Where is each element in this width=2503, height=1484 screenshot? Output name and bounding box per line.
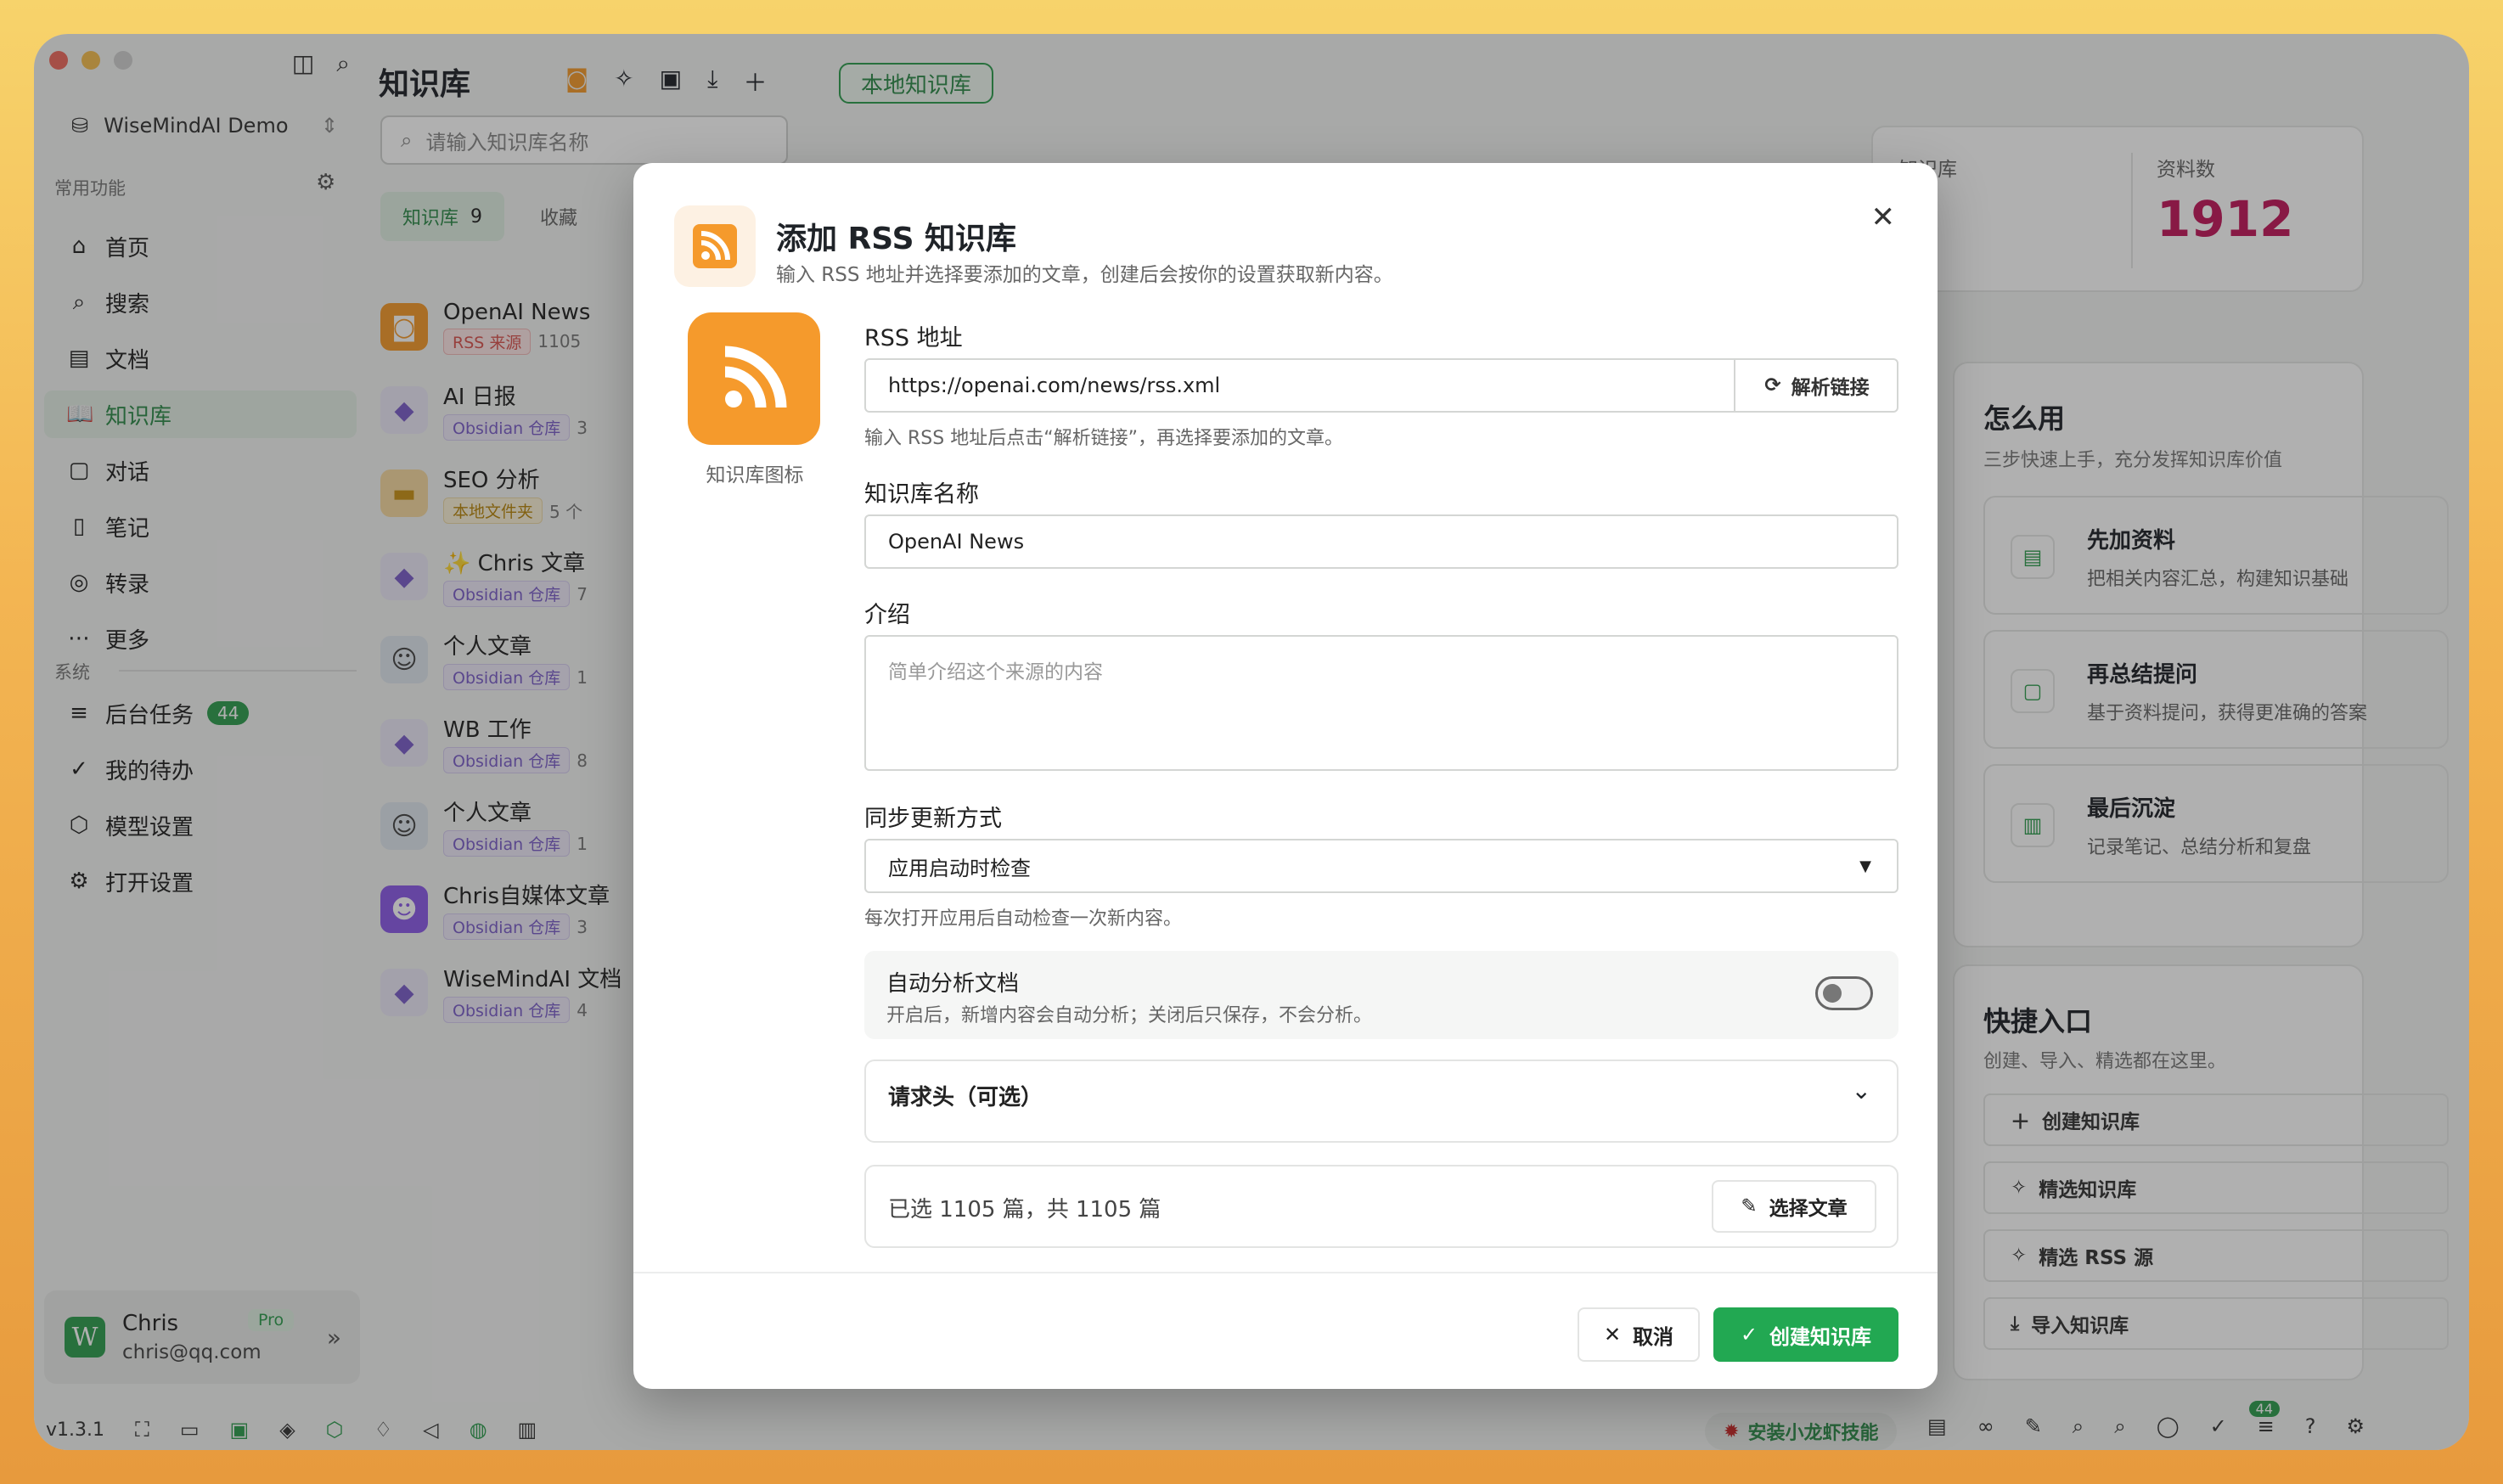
intro-textarea[interactable]: 简单介绍这个来源的内容 (864, 635, 1898, 771)
intro-label: 介绍 (864, 602, 910, 628)
knowledge-icon-picker[interactable] (688, 312, 820, 445)
sync-value: 应用启动时检查 (888, 856, 1031, 880)
icon-caption: 知识库图标 (706, 464, 804, 486)
edit-icon: ✎ (1741, 1195, 1758, 1217)
dialog-description: 输入 RSS 地址并选择要添加的文章，创建后会按你的设置获取新内容。 (776, 264, 1393, 286)
create-knowledge-submit[interactable]: ✓ 创建知识库 (1713, 1307, 1898, 1362)
rss-icon (674, 205, 756, 287)
close-icon: ✕ (1603, 1323, 1622, 1346)
sync-mode-select[interactable]: 应用启动时检查 ▼ (864, 839, 1898, 893)
check-icon: ✓ (1740, 1323, 1758, 1346)
chevron-down-icon: ⌄ (1851, 1076, 1871, 1105)
request-headers-section[interactable]: 请求头（可选） ⌄ (864, 1060, 1898, 1143)
rss-url-label: RSS 地址 (864, 325, 963, 351)
app-window: ◫ ⌕ ⛁ WiseMindAI Demo ⇕ 常用功能 ⚙ ⌂ 首页 ⌕ 搜索 ▤… (34, 34, 2469, 1450)
selected-count: 已选 1105 篇，共 1105 篇 (888, 1197, 1162, 1223)
sync-hint: 每次打开应用后自动检查一次新内容。 (864, 908, 1183, 930)
select-label: 选择文章 (1769, 1198, 1848, 1220)
parse-label: 解析链接 (1791, 377, 1870, 399)
divider (633, 1272, 1938, 1273)
sync-label: 同步更新方式 (864, 806, 1002, 832)
rss-hint: 输入 RSS 地址后点击“解析链接”，再选择要添加的文章。 (864, 428, 1343, 449)
intro-placeholder: 简单介绍这个来源的内容 (888, 661, 1103, 683)
parse-link-button[interactable]: ⟳ 解析链接 (1734, 358, 1898, 413)
add-rss-dialog: 添加 RSS 知识库 输入 RSS 地址并选择要添加的文章，创建后会按你的设置获… (633, 163, 1938, 1389)
headers-label: 请求头（可选） (888, 1085, 1043, 1110)
name-value: OpenAI News (888, 530, 1025, 554)
caret-down-icon: ▼ (1859, 857, 1871, 875)
knowledge-name-input[interactable]: OpenAI News (864, 514, 1898, 569)
dialog-title: 添加 RSS 知识库 (776, 222, 1017, 256)
refresh-icon: ⟳ (1764, 374, 1781, 396)
auto-analyze-row: 自动分析文档 开启后，新增内容会自动分析；关闭后只保存，不会分析。 (864, 951, 1898, 1039)
auto-analyze-toggle[interactable] (1815, 976, 1873, 1010)
select-articles-button[interactable]: ✎ 选择文章 (1712, 1180, 1876, 1233)
rss-url-value: https://openai.com/news/rss.xml (888, 374, 1221, 397)
close-icon[interactable]: ✕ (1871, 200, 1896, 234)
create-label: 创建知识库 (1769, 1324, 1872, 1349)
auto-analyze-desc: 开启后，新增内容会自动分析；关闭后只保存，不会分析。 (886, 1005, 1373, 1026)
auto-analyze-title: 自动分析文档 (886, 971, 1020, 997)
article-selection-row: 已选 1105 篇，共 1105 篇 ✎ 选择文章 (864, 1165, 1898, 1248)
name-label: 知识库名称 (864, 481, 979, 508)
cancel-button[interactable]: ✕ 取消 (1578, 1307, 1700, 1362)
cancel-label: 取消 (1633, 1324, 1674, 1349)
